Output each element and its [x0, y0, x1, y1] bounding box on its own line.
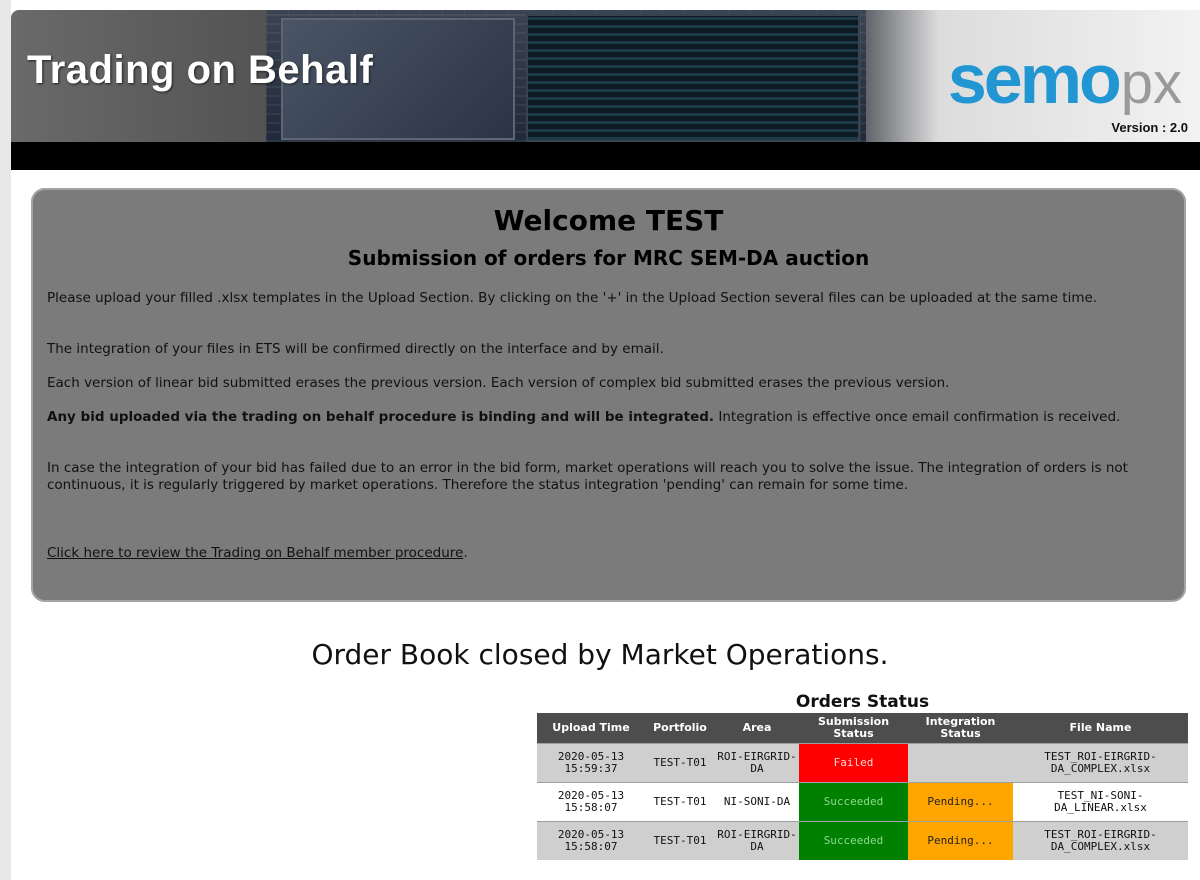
cell-area: ROI-EIRGRID-DA — [715, 743, 799, 783]
cell-integration-status: Pending... — [908, 821, 1013, 860]
welcome-panel: Welcome TEST Submission of orders for MR… — [31, 188, 1186, 602]
link-suffix: . — [463, 545, 468, 561]
left-border — [0, 0, 11, 880]
cell-upload-time: 2020-05-13 15:59:37 — [537, 743, 645, 783]
cell-portfolio: TEST-T01 — [645, 821, 715, 860]
cell-submission-status: Succeeded — [799, 782, 908, 822]
welcome-subheading: Submission of orders for MRC SEM-DA auct… — [347, 246, 870, 270]
orders-status-table: Upload Time Portfolio Area Submission St… — [537, 713, 1188, 860]
column-header-file-name[interactable]: File Name — [1013, 713, 1188, 744]
column-header-upload-time[interactable]: Upload Time — [537, 713, 645, 744]
procedure-link[interactable]: Click here to review the Trading on Beha… — [47, 545, 463, 561]
cell-portfolio: TEST-T01 — [645, 743, 715, 783]
app-title: Trading on Behalf — [27, 48, 374, 92]
cell-upload-time: 2020-05-13 15:58:07 — [537, 782, 645, 822]
cell-file-name: TEST_NI-SONI-DA_LINEAR.xlsx — [1013, 782, 1188, 822]
header-divider-bar — [11, 142, 1200, 170]
cell-submission-status: Failed — [799, 743, 908, 783]
header-photo-screen — [526, 14, 860, 142]
column-header-area[interactable]: Area — [715, 713, 799, 744]
cell-portfolio: TEST-T01 — [645, 782, 715, 822]
order-book-status-message: Order Book closed by Market Operations. — [311, 638, 889, 671]
integration-note: Integration is effective once email conf… — [714, 409, 1121, 425]
logo-suffix: px — [1120, 51, 1182, 116]
column-header-portfolio[interactable]: Portfolio — [645, 713, 715, 744]
cell-submission-status: Succeeded — [799, 821, 908, 860]
instruction-confirmation: The integration of your files in ETS wil… — [47, 341, 664, 357]
instruction-versions: Each version of linear bid submitted era… — [47, 375, 950, 391]
cell-file-name: TEST_ROI-EIRGRID-DA_COMPLEX.xlsx — [1013, 743, 1188, 783]
cell-integration-status: Pending... — [908, 782, 1013, 822]
semopx-logo: semopx — [948, 44, 1182, 116]
instruction-binding: Any bid uploaded via the trading on beha… — [47, 409, 1167, 426]
cell-integration-status — [908, 743, 1013, 783]
binding-notice: Any bid uploaded via the trading on beha… — [47, 409, 715, 425]
table-row: 2020-05-13 15:58:07 TEST-T01 NI-SONI-DA … — [537, 782, 1188, 822]
column-header-submission-status[interactable]: Submission Status — [799, 713, 908, 744]
page-header-banner: Trading on Behalf semopx Version : 2.0 — [11, 10, 1200, 142]
column-header-integration-status[interactable]: Integration Status — [908, 713, 1013, 744]
cell-file-name: TEST_ROI-EIRGRID-DA_COMPLEX.xlsx — [1013, 821, 1188, 860]
version-label: Version : 2.0 — [1111, 120, 1188, 135]
instruction-failure: In case the integration of your bid has … — [47, 460, 1128, 493]
logo-text: semo — [947, 40, 1122, 118]
cell-area: ROI-EIRGRID-DA — [715, 821, 799, 860]
table-header-row: Upload Time Portfolio Area Submission St… — [537, 713, 1188, 744]
cell-upload-time: 2020-05-13 15:58:07 — [537, 821, 645, 860]
table-row: 2020-05-13 15:59:37 TEST-T01 ROI-EIRGRID… — [537, 743, 1188, 783]
orders-status-title: Orders Status — [795, 692, 930, 712]
instruction-upload: Please upload your filled .xlsx template… — [47, 290, 1098, 306]
welcome-heading: Welcome TEST — [493, 204, 724, 237]
procedure-link-line: Click here to review the Trading on Beha… — [47, 545, 1167, 562]
cell-area: NI-SONI-DA — [715, 782, 799, 822]
table-row: 2020-05-13 15:58:07 TEST-T01 ROI-EIRGRID… — [537, 821, 1188, 860]
